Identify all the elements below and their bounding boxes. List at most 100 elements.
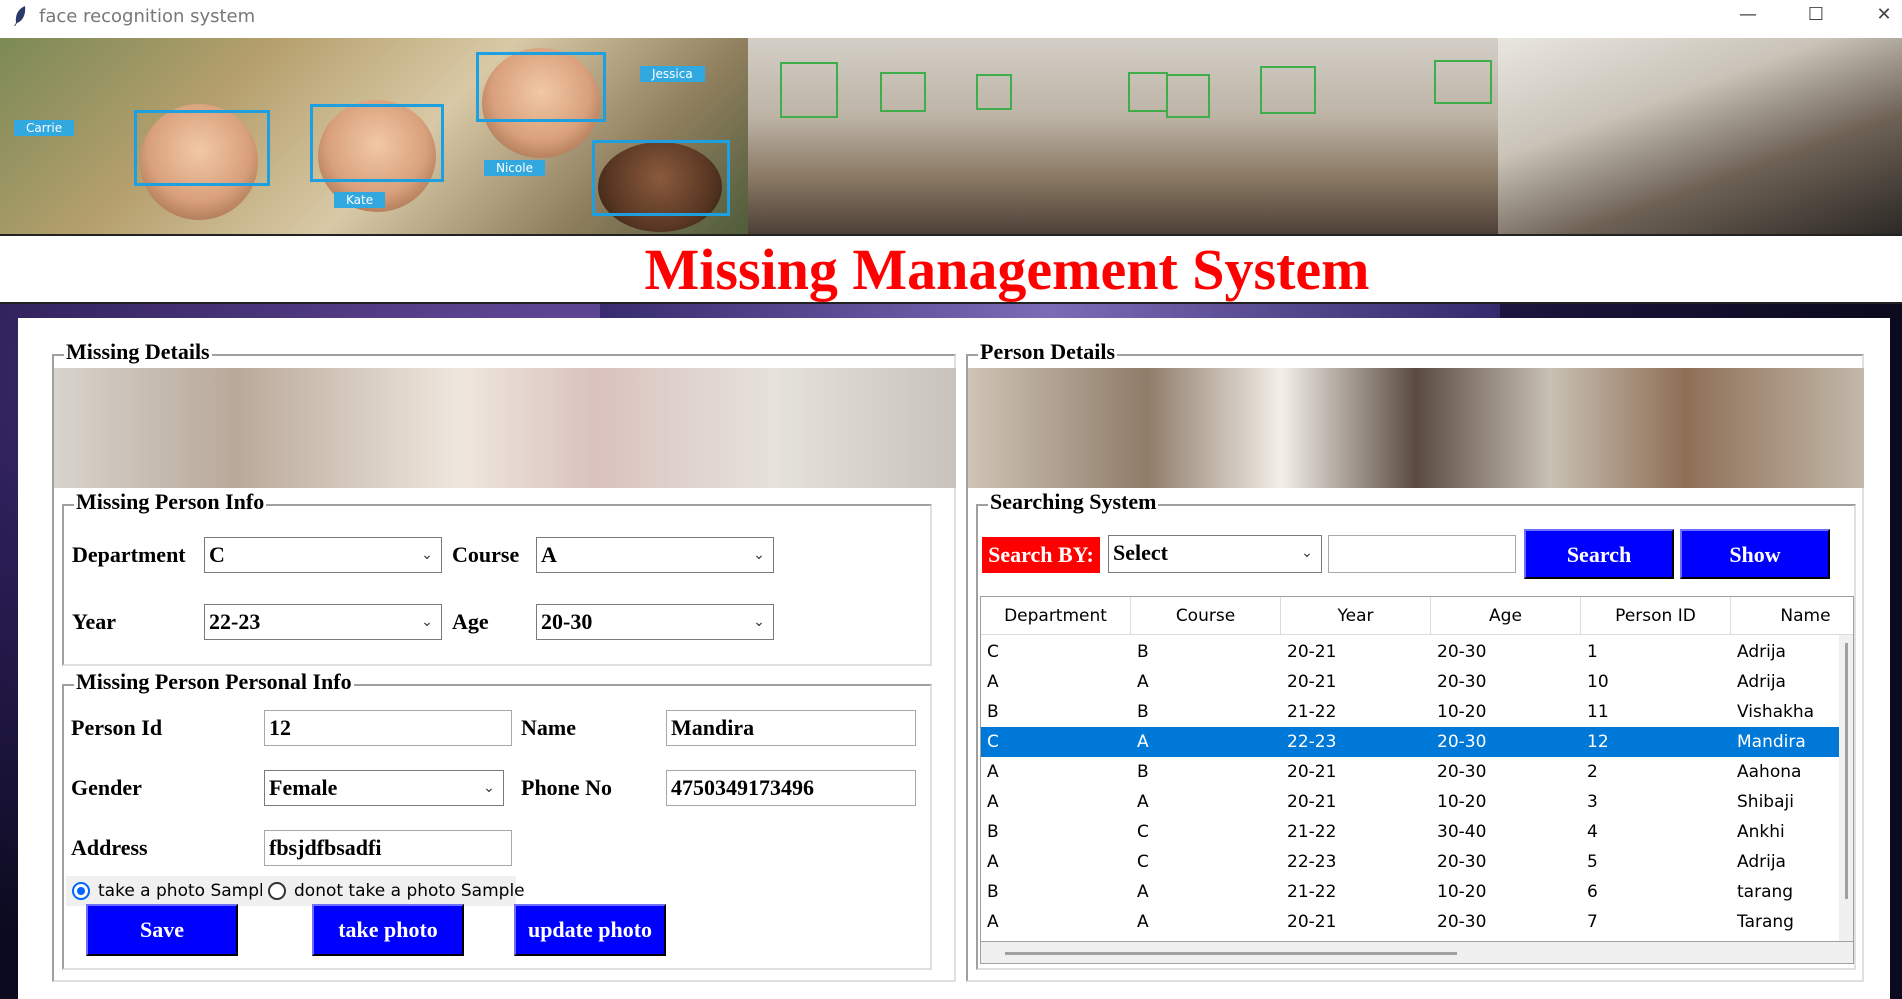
table-cell: 20-30 bbox=[1437, 762, 1487, 782]
column-header[interactable]: Course bbox=[1131, 597, 1281, 635]
table-row[interactable]: B A 21-22 10-20 6 tarang bbox=[981, 877, 1839, 907]
horizontal-scrollbar[interactable] bbox=[980, 942, 1854, 964]
table-cell: 20-21 bbox=[1287, 762, 1337, 782]
table-cell: A bbox=[1137, 882, 1149, 902]
year-combobox[interactable]: 22-23 ⌄ bbox=[204, 604, 442, 640]
show-button[interactable]: Show bbox=[1680, 529, 1830, 579]
face-tag: Carrie bbox=[14, 120, 75, 136]
save-button[interactable]: Save bbox=[86, 904, 238, 956]
year-label: Year bbox=[72, 609, 116, 634]
radio-donot-take-photo-sample[interactable]: donot take a photo Sample bbox=[262, 876, 525, 906]
table-cell: Vishakha bbox=[1737, 702, 1815, 722]
phone-input[interactable]: 4750349173496 bbox=[666, 770, 916, 806]
close-button[interactable]: ✕ bbox=[1864, 4, 1902, 28]
face-tag: Kate bbox=[334, 192, 386, 208]
gender-combobox[interactable]: Female ⌄ bbox=[264, 770, 504, 806]
face-box bbox=[310, 104, 444, 182]
missing-person-personal-info-title: Missing Person Personal Info bbox=[74, 669, 354, 695]
column-header[interactable]: Age bbox=[1431, 597, 1581, 635]
person-id-value: 12 bbox=[269, 715, 291, 740]
department-combobox[interactable]: C ⌄ bbox=[204, 537, 442, 573]
column-header[interactable]: Year bbox=[1281, 597, 1431, 635]
person-id-label: Person Id bbox=[71, 715, 163, 740]
table-cell: Adrija bbox=[1737, 852, 1786, 872]
table-row[interactable]: C B 20-21 20-30 1 Adrija bbox=[981, 637, 1839, 667]
table-row[interactable]: B C 21-22 30-40 4 Ankhi bbox=[981, 817, 1839, 847]
table-cell: 7 bbox=[1587, 912, 1598, 932]
banner-exam-image bbox=[1498, 38, 1902, 234]
update-photo-button[interactable]: update photo bbox=[514, 904, 666, 956]
table-cell: 11 bbox=[1587, 702, 1609, 722]
table-header: Department Course Year Age Person ID Name bbox=[981, 597, 1853, 635]
minimize-button[interactable]: — bbox=[1728, 4, 1768, 28]
table-cell: A bbox=[987, 852, 999, 872]
table-cell: 20-21 bbox=[1287, 642, 1337, 662]
banner-classroom-image bbox=[748, 38, 1498, 234]
table-cell: A bbox=[987, 762, 999, 782]
table-cell: tarang bbox=[1737, 882, 1794, 902]
scrollbar-thumb[interactable] bbox=[1845, 643, 1848, 899]
column-header[interactable]: Person ID bbox=[1581, 597, 1731, 635]
person-id-input[interactable]: 12 bbox=[264, 710, 512, 746]
table-cell: 20-30 bbox=[1437, 852, 1487, 872]
maximize-button[interactable]: ☐ bbox=[1796, 4, 1836, 28]
name-label: Name bbox=[521, 715, 576, 740]
name-value: Mandira bbox=[671, 715, 755, 740]
table-cell: 1 bbox=[1587, 642, 1598, 662]
main-title-bar: Missing Management System bbox=[0, 234, 1902, 304]
radio-take-photo-sample[interactable]: take a photo Sample bbox=[66, 876, 274, 906]
table-row[interactable]: A A 20-21 10-20 3 Shibaji bbox=[981, 787, 1839, 817]
column-header[interactable]: Name bbox=[1731, 597, 1853, 635]
header-banner: Carrie Kate Nicole Jessica bbox=[0, 38, 1902, 234]
radio-take-photo-label: take a photo Sample bbox=[98, 881, 275, 901]
table-row[interactable]: A C 22-23 20-30 5 Adrija bbox=[981, 847, 1839, 877]
searching-system-title: Searching System bbox=[988, 489, 1159, 515]
search-input[interactable] bbox=[1328, 535, 1516, 573]
vertical-scrollbar[interactable] bbox=[1839, 635, 1853, 941]
chevron-down-icon: ⌄ bbox=[483, 780, 495, 796]
table-cell: 10-20 bbox=[1437, 792, 1487, 812]
scrollbar-thumb[interactable] bbox=[1005, 952, 1457, 955]
table-cell: C bbox=[987, 732, 999, 752]
name-input[interactable]: Mandira bbox=[666, 710, 916, 746]
table-row[interactable]: C A 22-23 20-30 12 Mandira bbox=[981, 727, 1839, 757]
face-box bbox=[592, 140, 730, 216]
age-label: Age bbox=[452, 609, 489, 634]
age-combobox[interactable]: 20-30 ⌄ bbox=[536, 604, 774, 640]
window-titlebar: face recognition system — ☐ ✕ bbox=[0, 0, 1902, 32]
table-cell: 20-21 bbox=[1287, 672, 1337, 692]
table-cell: Shibaji bbox=[1737, 792, 1794, 812]
gender-label: Gender bbox=[71, 775, 142, 800]
table-cell: 20-30 bbox=[1437, 642, 1487, 662]
table-cell: 2 bbox=[1587, 762, 1598, 782]
table-cell: 21-22 bbox=[1287, 822, 1337, 842]
table-row[interactable]: B B 21-22 10-20 11 Vishakha bbox=[981, 697, 1839, 727]
address-input[interactable]: fbsjdfbsadfi bbox=[264, 830, 512, 866]
table-row[interactable]: A B 20-21 20-30 2 Aahona bbox=[981, 757, 1839, 787]
search-by-combobox[interactable]: Select ⌄ bbox=[1108, 535, 1322, 573]
chevron-down-icon: ⌄ bbox=[421, 547, 433, 563]
table-row[interactable]: A A 20-21 20-30 7 Tarang bbox=[981, 907, 1839, 937]
face-box bbox=[976, 74, 1012, 110]
table-cell: 20-30 bbox=[1437, 732, 1487, 752]
feather-icon bbox=[14, 6, 26, 26]
table-cell: 10-20 bbox=[1437, 702, 1487, 722]
face-box bbox=[1128, 72, 1168, 112]
person-table[interactable]: Department Course Year Age Person ID Name C B 2… bbox=[980, 596, 1854, 942]
column-header[interactable]: Department bbox=[981, 597, 1131, 635]
department-value: C bbox=[209, 542, 225, 567]
table-cell: Adrija bbox=[1737, 672, 1786, 692]
course-combobox[interactable]: A ⌄ bbox=[536, 537, 774, 573]
table-cell: B bbox=[1137, 762, 1149, 782]
phone-label: Phone No bbox=[521, 775, 613, 800]
course-value: A bbox=[541, 542, 557, 567]
table-cell: 3 bbox=[1587, 792, 1598, 812]
face-box bbox=[134, 110, 270, 186]
table-row[interactable]: A A 20-21 20-30 10 Adrija bbox=[981, 667, 1839, 697]
table-cell: A bbox=[1137, 792, 1149, 812]
year-value: 22-23 bbox=[209, 609, 261, 634]
search-button[interactable]: Search bbox=[1524, 529, 1674, 579]
face-tag: Nicole bbox=[484, 160, 545, 176]
address-value: fbsjdfbsadfi bbox=[269, 835, 382, 860]
take-photo-button[interactable]: take photo bbox=[312, 904, 464, 956]
